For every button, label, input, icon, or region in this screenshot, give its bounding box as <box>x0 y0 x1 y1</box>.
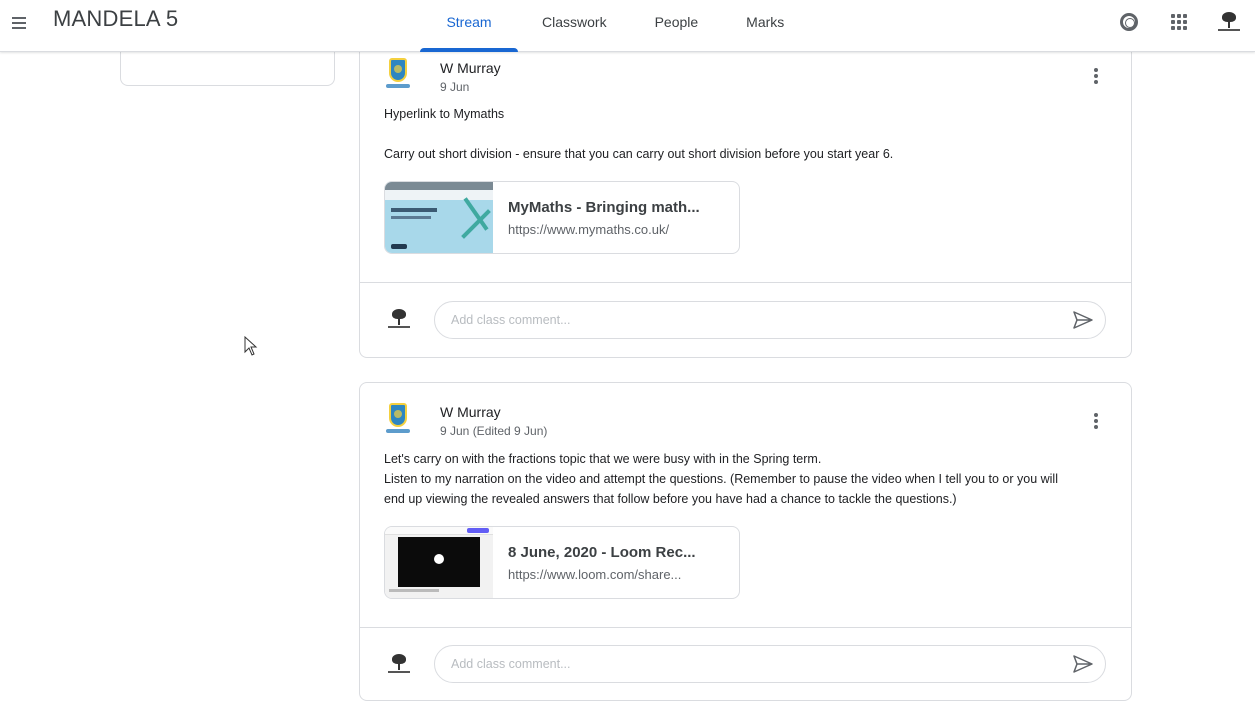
stream-post: W Murray 9 Jun (Edited 9 Jun) Let's carr… <box>359 382 1132 701</box>
post-author: W Murray <box>440 404 501 420</box>
send-icon[interactable] <box>1073 655 1093 673</box>
class-title[interactable]: MANDELA 5 <box>53 6 178 32</box>
attachment-url: https://www.loom.com/share... <box>508 567 682 582</box>
mymaths-thumbnail <box>385 182 493 253</box>
hamburger-menu-icon[interactable] <box>8 10 32 34</box>
post-text-line: Carry out short division - ensure that y… <box>384 147 894 161</box>
class-settings-button[interactable] <box>1115 8 1143 36</box>
comment-placeholder: Add class comment... <box>451 313 571 327</box>
attachment-title: 8 June, 2020 - Loom Rec... <box>508 544 696 561</box>
class-comment-input[interactable]: Add class comment... <box>434 301 1106 339</box>
school-shield-icon <box>389 403 407 427</box>
top-right-actions <box>1115 8 1243 36</box>
tree-logo-icon <box>387 653 411 675</box>
link-attachment[interactable]: 8 June, 2020 - Loom Rec... https://www.l… <box>384 526 740 599</box>
attachment-title: MyMaths - Bringing math... <box>508 199 700 216</box>
more-vert-icon[interactable] <box>1089 66 1103 86</box>
school-badge-avatar <box>386 58 410 92</box>
apps-grid-icon <box>1171 14 1187 30</box>
post-date: 9 Jun (Edited 9 Jun) <box>440 424 548 438</box>
top-app-bar: MANDELA 5 Stream Classwork People Marks <box>0 0 1255 52</box>
school-badge-avatar <box>386 403 410 437</box>
commenter-avatar <box>387 308 411 330</box>
divider <box>360 282 1131 283</box>
tab-classwork[interactable]: Classwork <box>518 0 631 52</box>
tab-marks[interactable]: Marks <box>722 0 808 52</box>
post-text-line: end up viewing the revealed answers that… <box>384 492 957 506</box>
divider <box>360 627 1131 628</box>
loom-video-thumbnail <box>385 527 493 598</box>
commenter-avatar <box>387 653 411 675</box>
google-apps-button[interactable] <box>1165 8 1193 36</box>
stream-post: W Murray 9 Jun Hyperlink to Mymaths Carr… <box>359 40 1132 358</box>
attachment-url: https://www.mymaths.co.uk/ <box>508 222 670 237</box>
school-shield-icon <box>389 58 407 82</box>
tab-people[interactable]: People <box>631 0 723 52</box>
more-vert-icon[interactable] <box>1089 411 1103 431</box>
gear-icon <box>1120 13 1138 31</box>
tab-stream[interactable]: Stream <box>420 0 518 52</box>
play-icon <box>434 554 444 564</box>
account-avatar[interactable] <box>1215 8 1243 36</box>
tree-logo-icon <box>1217 11 1241 33</box>
comment-placeholder: Add class comment... <box>451 657 571 671</box>
tree-logo-icon <box>387 308 411 330</box>
class-comment-input[interactable]: Add class comment... <box>434 645 1106 683</box>
post-text-line: Hyperlink to Mymaths <box>384 107 505 121</box>
post-date: 9 Jun <box>440 80 470 94</box>
mouse-cursor-icon <box>244 336 258 356</box>
link-attachment[interactable]: MyMaths - Bringing math... https://www.m… <box>384 181 740 254</box>
send-icon[interactable] <box>1073 311 1093 329</box>
post-text-line: Listen to my narration on the video and … <box>384 472 1058 486</box>
class-tabs: Stream Classwork People Marks <box>420 0 808 52</box>
post-author: W Murray <box>440 60 501 76</box>
post-text-line: Let's carry on with the fractions topic … <box>384 452 822 466</box>
